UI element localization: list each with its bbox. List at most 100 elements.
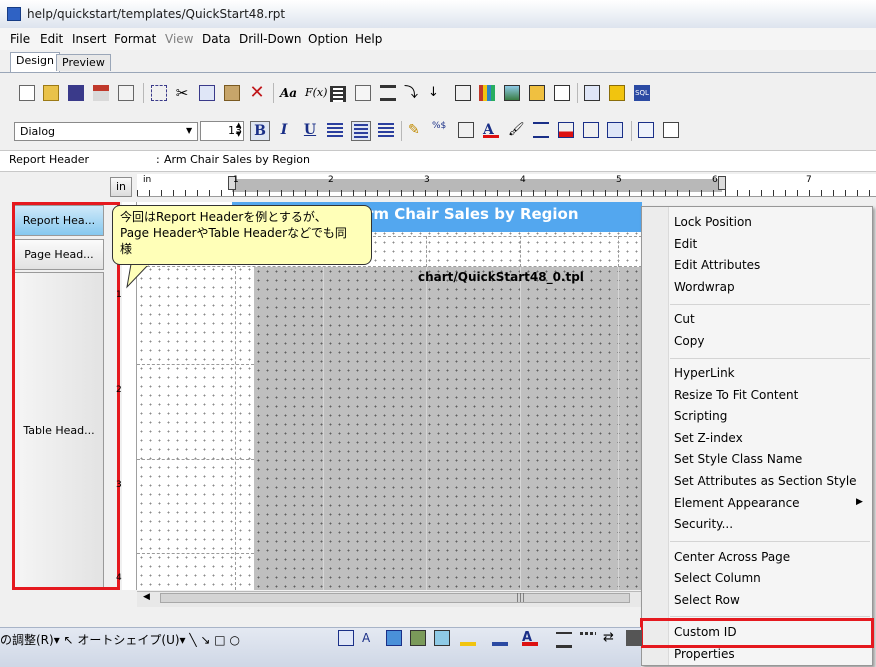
menu-item-set-style-class[interactable]: Set Style Class Name bbox=[674, 452, 802, 466]
newline-icon[interactable]: ⤵ bbox=[404, 85, 420, 101]
menu-drill-down[interactable]: Drill-Down bbox=[239, 32, 302, 46]
properties-icon[interactable] bbox=[663, 122, 679, 138]
image-icon[interactable] bbox=[504, 85, 520, 101]
text-color-icon[interactable]: A bbox=[522, 630, 538, 646]
dash-style-icon[interactable] bbox=[580, 632, 596, 635]
tab-preview[interactable]: Preview bbox=[56, 54, 111, 71]
menu-item-properties[interactable]: Properties bbox=[674, 647, 735, 661]
formula-icon[interactable]: F(x) bbox=[305, 85, 327, 101]
arrow-style-icon[interactable]: ⇄ bbox=[603, 630, 619, 646]
menu-item-edit[interactable]: Edit bbox=[674, 237, 697, 251]
tab-design[interactable]: Design bbox=[10, 52, 60, 72]
office-toolbar-text[interactable]: の調整(R)▾ ↖ オートシェイプ(U)▾ ╲ ↘ □ ○ bbox=[0, 631, 240, 648]
menu-item-set-section-style[interactable]: Set Attributes as Section Style bbox=[674, 474, 857, 488]
paste-icon[interactable] bbox=[224, 85, 240, 101]
chart-placeholder[interactable] bbox=[254, 267, 642, 590]
menu-format[interactable]: Format bbox=[114, 32, 156, 46]
frame-icon[interactable] bbox=[455, 85, 471, 101]
save-icon[interactable] bbox=[68, 85, 84, 101]
select-region-icon[interactable] bbox=[151, 85, 167, 101]
chart-gridline bbox=[323, 267, 324, 590]
menu-item-edit-attributes[interactable]: Edit Attributes bbox=[674, 258, 760, 272]
picture-icon[interactable] bbox=[434, 630, 450, 646]
copy-icon[interactable] bbox=[199, 85, 215, 101]
scroll-left-icon[interactable]: ◀ bbox=[143, 592, 150, 602]
chart-template-label: chart/QuickStart48_0.tpl bbox=[418, 270, 584, 284]
fit-icon[interactable] bbox=[607, 122, 623, 138]
menu-option[interactable]: Option bbox=[308, 32, 348, 46]
menu-item-wordwrap[interactable]: Wordwrap bbox=[674, 280, 735, 294]
align-right-icon[interactable] bbox=[378, 123, 394, 139]
window-title: help/quickstart/templates/QuickStart48.r… bbox=[27, 7, 286, 21]
cut-icon[interactable]: ✂ bbox=[174, 85, 190, 101]
spinner-arrows-icon[interactable]: ▲ ▼ bbox=[236, 121, 241, 139]
page-setup-icon[interactable] bbox=[118, 85, 134, 101]
menu-item-select-column[interactable]: Select Column bbox=[674, 571, 761, 585]
unit-button[interactable]: in bbox=[110, 177, 132, 197]
fill-bucket-icon[interactable] bbox=[460, 630, 476, 646]
menu-item-cut[interactable]: Cut bbox=[674, 312, 695, 326]
sql-icon[interactable]: SQL bbox=[634, 85, 650, 101]
font-color-icon[interactable]: A bbox=[483, 122, 499, 138]
menu-item-select-row[interactable]: Select Row bbox=[674, 593, 740, 607]
wordart-icon[interactable]: A bbox=[362, 630, 378, 646]
menu-view[interactable]: View bbox=[165, 32, 193, 46]
export-icon[interactable] bbox=[93, 85, 109, 101]
bold-button[interactable]: B bbox=[250, 121, 270, 141]
delete-icon[interactable]: ✕ bbox=[249, 83, 265, 103]
menu-item-center-across-page[interactable]: Center Across Page bbox=[674, 550, 790, 564]
toolbar-separator bbox=[273, 83, 274, 103]
pencil-icon[interactable]: ✎ bbox=[408, 122, 424, 138]
menu-item-security[interactable]: Security... bbox=[674, 517, 733, 531]
number-format-icon[interactable]: %$ bbox=[432, 122, 448, 138]
new-file-icon[interactable] bbox=[19, 85, 35, 101]
column-divider bbox=[235, 236, 237, 590]
line-style-icon[interactable] bbox=[533, 122, 549, 138]
menu-item-element-appearance[interactable]: Element Appearance bbox=[674, 496, 800, 510]
crosstab-icon[interactable] bbox=[584, 85, 600, 101]
menu-help[interactable]: Help bbox=[355, 32, 382, 46]
italic-button[interactable]: I bbox=[274, 121, 294, 141]
custom-id-highlight-box bbox=[640, 618, 874, 648]
pointer-icon[interactable]: ↓ bbox=[428, 85, 444, 101]
menu-file[interactable]: File bbox=[10, 32, 30, 46]
bind-icon[interactable] bbox=[583, 122, 599, 138]
menu-item-resize-to-fit[interactable]: Resize To Fit Content bbox=[674, 388, 798, 402]
shadow-icon[interactable] bbox=[626, 630, 642, 646]
highlight-icon[interactable] bbox=[558, 122, 574, 138]
band-icon[interactable] bbox=[380, 85, 396, 101]
ruler-right-handle[interactable] bbox=[718, 176, 726, 190]
ruler-mark: 3 bbox=[424, 175, 430, 185]
border-icon[interactable] bbox=[458, 122, 474, 138]
menu-item-lock-position[interactable]: Lock Position bbox=[674, 215, 752, 229]
open-folder-icon[interactable] bbox=[43, 85, 59, 101]
clipart-icon[interactable] bbox=[410, 630, 426, 646]
underline-button[interactable]: U bbox=[300, 121, 320, 141]
grid-icon[interactable] bbox=[638, 122, 654, 138]
text-element-icon[interactable]: Aa bbox=[280, 85, 297, 101]
subreport-icon[interactable] bbox=[529, 85, 545, 101]
textbox-icon[interactable] bbox=[554, 85, 570, 101]
menu-insert[interactable]: Insert bbox=[72, 32, 106, 46]
menu-item-set-z-index[interactable]: Set Z-index bbox=[674, 431, 743, 445]
line-weight-icon[interactable] bbox=[556, 632, 572, 648]
section-icon[interactable] bbox=[355, 85, 371, 101]
menu-item-scripting[interactable]: Scripting bbox=[674, 409, 727, 423]
menu-edit[interactable]: Edit bbox=[40, 32, 63, 46]
scroll-thumb[interactable] bbox=[160, 593, 630, 603]
align-left-icon[interactable] bbox=[327, 123, 343, 139]
report-title-text[interactable]: rm Chair Sales by Region bbox=[366, 205, 579, 223]
property-value[interactable]: Arm Chair Sales by Region bbox=[164, 153, 310, 166]
menu-item-copy[interactable]: Copy bbox=[674, 334, 704, 348]
chevron-down-icon[interactable]: ▼ bbox=[186, 126, 192, 135]
table-icon[interactable] bbox=[330, 86, 346, 102]
line-color-icon[interactable] bbox=[492, 630, 508, 646]
menu-item-hyperlink[interactable]: HyperLink bbox=[674, 366, 735, 380]
database-icon[interactable] bbox=[609, 85, 625, 101]
menu-data[interactable]: Data bbox=[202, 32, 231, 46]
fill-color-icon[interactable]: 🖌 bbox=[508, 122, 525, 138]
textbox-tool-icon[interactable] bbox=[338, 630, 354, 646]
diagram-icon[interactable] bbox=[386, 630, 402, 646]
chart-icon[interactable] bbox=[479, 85, 495, 101]
ruler-mark: 6 bbox=[712, 175, 718, 185]
